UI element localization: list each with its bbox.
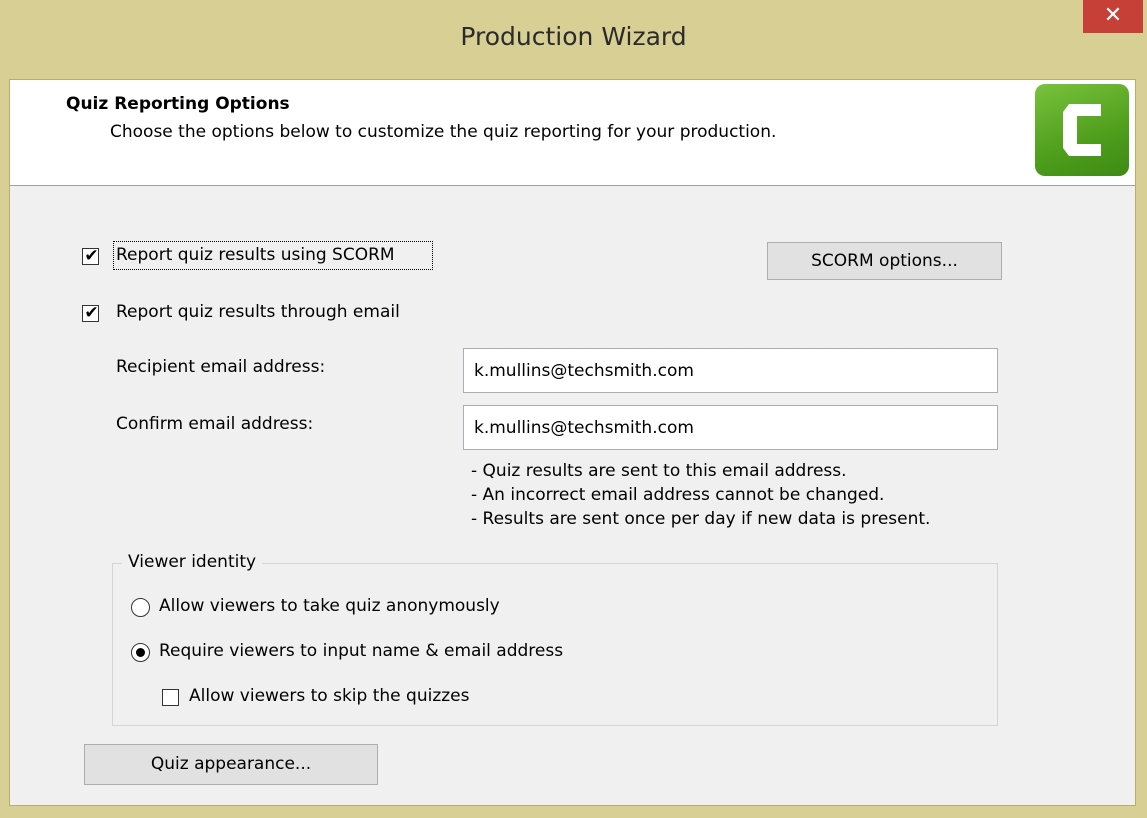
- page-title: Quiz Reporting Options: [66, 94, 290, 114]
- email-report-checkbox[interactable]: ✔: [82, 303, 99, 323]
- confirm-email-label: Confirm email address:: [116, 414, 314, 434]
- scorm-checkbox-label[interactable]: Report quiz results using SCORM: [116, 245, 395, 265]
- radio-selected-dot: [136, 648, 145, 657]
- note-line: - An incorrect email address cannot be c…: [471, 485, 885, 505]
- checkmark-icon: ✔: [84, 246, 99, 266]
- close-icon: ✕: [1103, 3, 1123, 28]
- scorm-options-button[interactable]: SCORM options...: [767, 242, 1002, 280]
- recipient-email-input[interactable]: [463, 348, 998, 393]
- note-line: - Quiz results are sent to this email ad…: [471, 461, 847, 481]
- checkmark-icon: ✔: [84, 303, 99, 323]
- email-report-checkbox-label[interactable]: Report quiz results through email: [116, 302, 400, 322]
- require-identity-radio-label[interactable]: Require viewers to input name & email ad…: [159, 641, 563, 661]
- require-identity-radio[interactable]: [131, 643, 150, 662]
- anonymous-radio[interactable]: [131, 598, 150, 617]
- viewer-identity-legend: Viewer identity: [122, 552, 263, 572]
- allow-skip-checkbox-label[interactable]: Allow viewers to skip the quizzes: [189, 686, 469, 706]
- anonymous-radio-label[interactable]: Allow viewers to take quiz anonymously: [159, 596, 500, 616]
- wizard-header: Quiz Reporting Options Choose the option…: [10, 80, 1135, 186]
- page-subtitle: Choose the options below to customize th…: [110, 122, 777, 142]
- camtasia-logo-icon: [1035, 84, 1129, 176]
- dialog-client-area: Quiz Reporting Options Choose the option…: [9, 79, 1136, 806]
- title-bar[interactable]: Production Wizard ✕: [0, 0, 1147, 79]
- close-button[interactable]: ✕: [1083, 0, 1143, 33]
- quiz-appearance-button[interactable]: Quiz appearance...: [84, 744, 378, 785]
- window-title: Production Wizard: [460, 22, 687, 51]
- production-wizard-window: Production Wizard ✕ Quiz Reporting Optio…: [0, 0, 1147, 818]
- scorm-checkbox[interactable]: ✔: [82, 246, 99, 266]
- recipient-email-label: Recipient email address:: [116, 357, 326, 377]
- allow-skip-checkbox[interactable]: [162, 689, 179, 706]
- note-line: - Results are sent once per day if new d…: [471, 509, 931, 529]
- confirm-email-input[interactable]: [463, 405, 998, 450]
